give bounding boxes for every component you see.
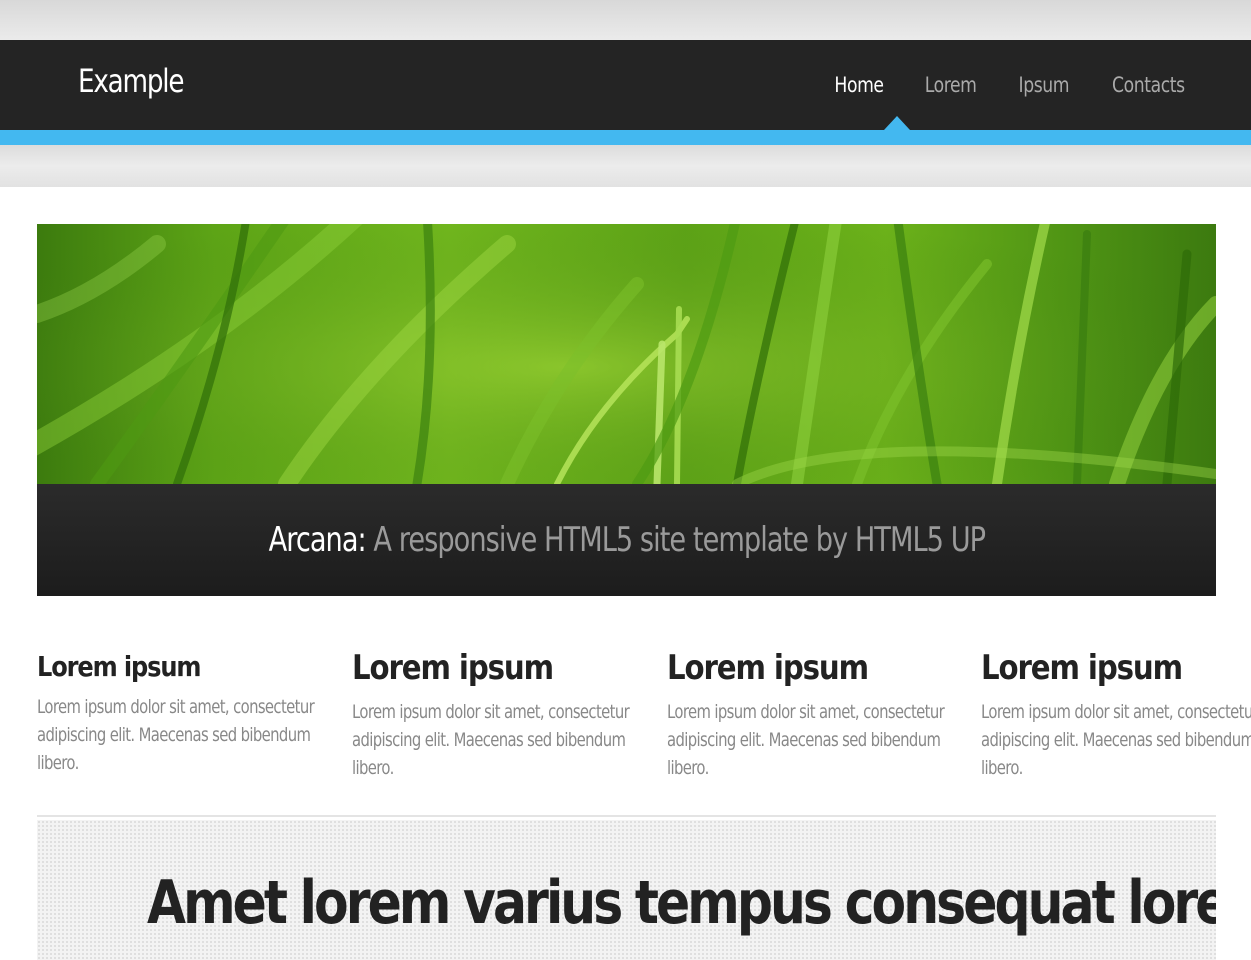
feature-item: Lorem ipsum Lorem ipsum dolor sit amet, … [981,648,1251,782]
header-shadow-strip [0,145,1251,187]
feature-title: Lorem ipsum [352,648,554,688]
hero-banner: Arcana: A responsive HTML5 site template… [37,224,1216,596]
cta-section: Amet lorem varius tempus consequat lorem… [37,820,1216,960]
cta-title-text: Amet lorem varius tempus consequat lorem… [147,868,1216,938]
main-nav: Home Lorem Ipsum Contacts [799,40,1193,130]
feature-title: Lorem ipsum [981,648,1183,688]
site-logo[interactable]: Example [78,62,184,100]
feature-item: Lorem ipsum Lorem ipsum dolor sit amet, … [667,648,947,782]
nav-item-ipsum[interactable]: Ipsum [1018,65,1069,105]
nav-item-home[interactable]: Home [835,65,885,105]
top-background-strip [0,0,1251,40]
feature-text: Lorem ipsum dolor sit amet, consectetur … [352,701,630,779]
feature-item: Lorem ipsum Lorem ipsum dolor sit amet, … [352,648,632,782]
banner-caption: Arcana: A responsive HTML5 site template… [37,484,1216,596]
feature-item: Lorem ipsum Lorem ipsum dolor sit amet, … [37,648,317,777]
grass-illustration [37,224,1216,484]
caption-text: A responsive HTML5 site template by HTML… [365,520,986,560]
cta-title: Amet lorem varius tempus consequat lorem… [37,868,1216,938]
nav-item-contacts[interactable]: Contacts [1112,65,1185,105]
feature-title: Lorem ipsum [37,650,201,683]
feature-text: Lorem ipsum dolor sit amet, consectetur … [667,701,945,779]
feature-text: Lorem ipsum dolor sit amet, consectetur … [981,701,1251,779]
accent-bar [0,130,1251,145]
features-row: Lorem ipsum Lorem ipsum dolor sit amet, … [37,648,1251,788]
caption-brand: Arcana: [268,520,366,560]
active-nav-indicator [884,116,910,130]
feature-text: Lorem ipsum dolor sit amet, consectetur … [37,696,315,774]
section-divider [37,815,1216,817]
nav-item-lorem[interactable]: Lorem [925,65,977,105]
grass-banner-image [37,224,1216,484]
site-header: Example Home Lorem Ipsum Contacts [0,40,1251,130]
feature-title: Lorem ipsum [667,648,869,688]
